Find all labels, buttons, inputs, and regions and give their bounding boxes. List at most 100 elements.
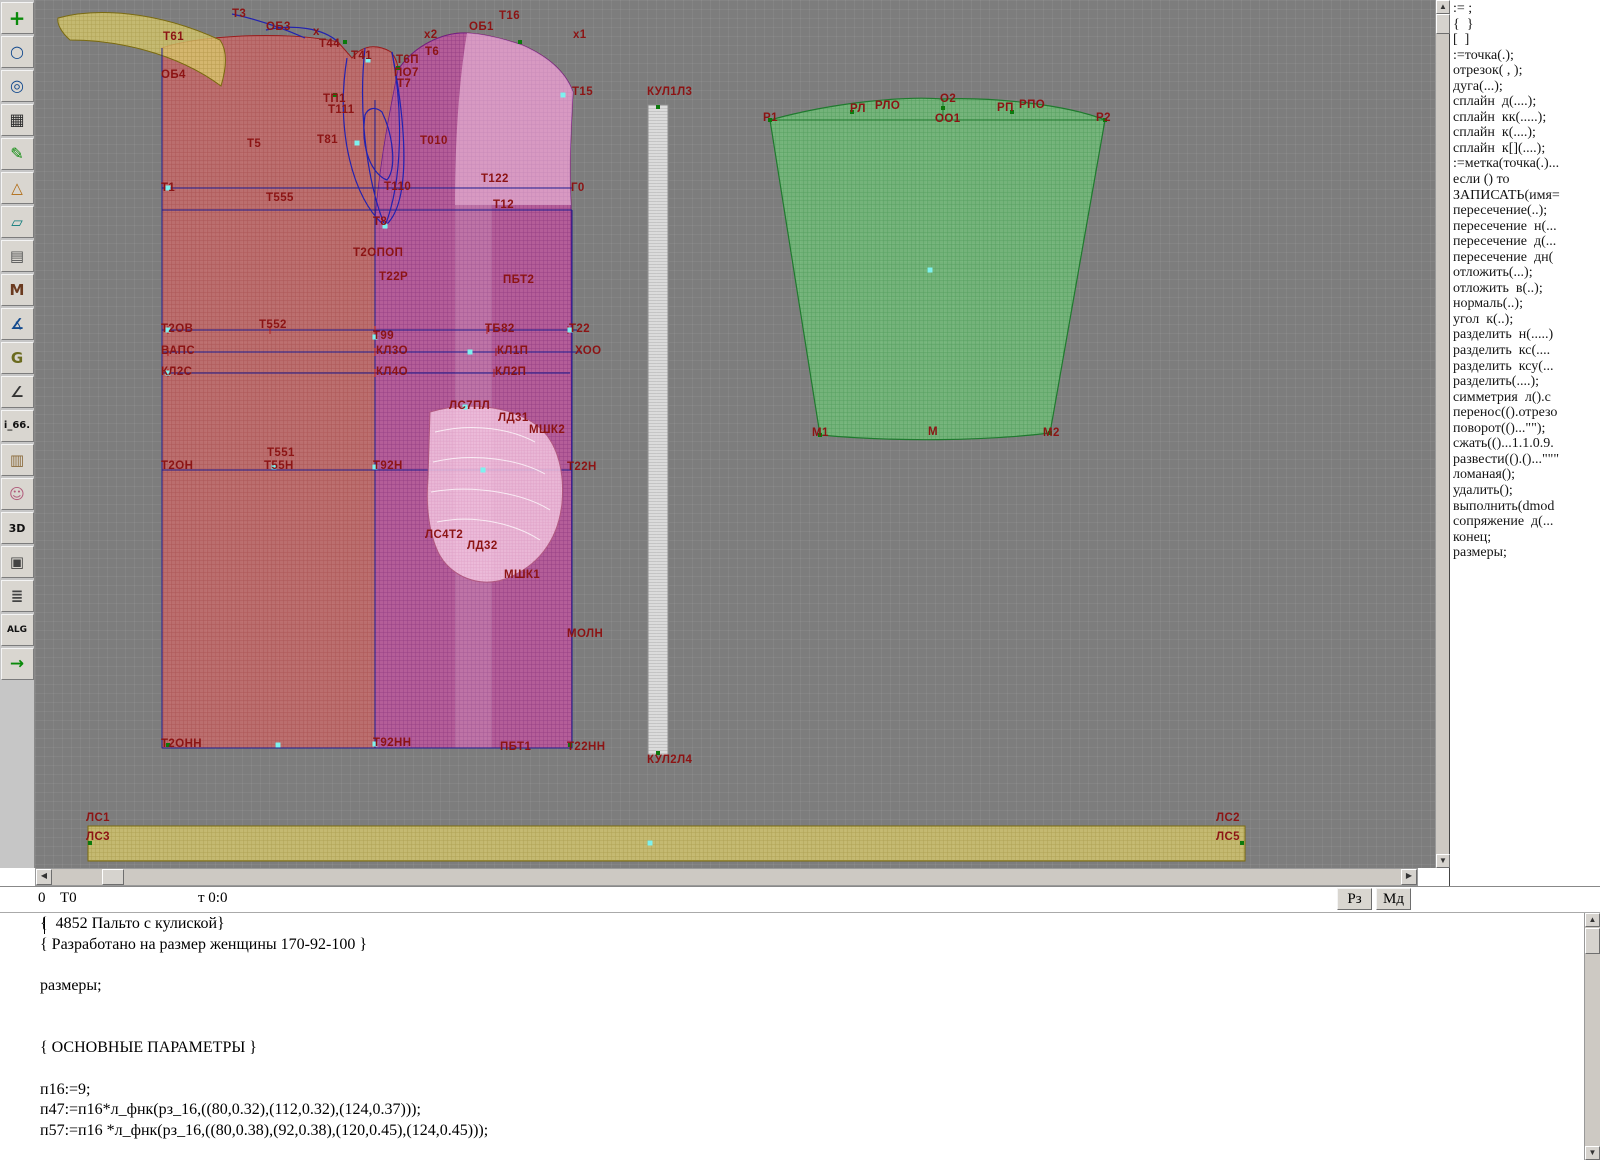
editor-scrollbar[interactable]: ▲ ▼: [1584, 913, 1600, 1160]
pencil-icon[interactable]: ✎: [1, 138, 34, 170]
point-marker-green[interactable]: [941, 106, 945, 110]
add-icon[interactable]: +: [1, 2, 34, 34]
command-item[interactable]: отложить в(..);: [1453, 281, 1600, 297]
code-line[interactable]: п16:=9;: [40, 1081, 1580, 1102]
command-item[interactable]: поворот(()..."");: [1453, 421, 1600, 437]
command-item[interactable]: пересечение дн(: [1453, 250, 1600, 266]
command-item[interactable]: отложить(...);: [1453, 265, 1600, 281]
command-item[interactable]: разделить н(.....): [1453, 327, 1600, 343]
command-item[interactable]: сопряжение д(...: [1453, 514, 1600, 530]
command-item[interactable]: сплайн кк(.....);: [1453, 110, 1600, 126]
command-item[interactable]: ломаная();: [1453, 467, 1600, 483]
horizontal-scroll-thumb[interactable]: [102, 869, 124, 885]
code-line[interactable]: [40, 998, 1580, 1019]
command-item[interactable]: выполнить(dmod: [1453, 499, 1600, 515]
code-line[interactable]: [40, 1018, 1580, 1039]
scroll-left-icon[interactable]: ◀: [36, 869, 52, 885]
grid-icon[interactable]: ▦: [1, 104, 34, 136]
protractor-icon[interactable]: ∠: [1, 376, 34, 408]
i66-label[interactable]: i_66.: [1, 410, 34, 442]
command-item[interactable]: [ ]: [1453, 32, 1600, 48]
point-label: х: [313, 26, 320, 38]
editor-scroll-up-icon[interactable]: ▲: [1585, 913, 1600, 927]
code-line[interactable]: п57:=п16 *л_фнк(рз_16,((80,0.38),(92,0.3…: [40, 1122, 1580, 1143]
command-item[interactable]: { }: [1453, 17, 1600, 33]
command-item[interactable]: конец;: [1453, 530, 1600, 546]
scroll-right-icon[interactable]: ▶: [1401, 869, 1417, 885]
rz-button[interactable]: Рз: [1337, 888, 1372, 910]
code-line[interactable]: размеры;: [40, 977, 1580, 998]
point-marker-green[interactable]: [343, 40, 347, 44]
zoom-icon[interactable]: ○: [1, 36, 34, 68]
compass-icon[interactable]: ∡: [1, 308, 34, 340]
sheet-icon[interactable]: ▱: [1, 206, 34, 238]
command-item[interactable]: :=метка(точка(.)...: [1453, 156, 1600, 172]
point-marker-cyan[interactable]: [355, 141, 360, 146]
code-line[interactable]: [40, 1060, 1580, 1081]
point-marker-green[interactable]: [656, 105, 660, 109]
vertical-scroll-thumb[interactable]: [1436, 14, 1450, 34]
point-marker-green[interactable]: [1240, 841, 1244, 845]
code-editor[interactable]: { 4852 Пальто с кулиской} { Разработано …: [0, 912, 1600, 1160]
view-3d-icon[interactable]: 3D: [1, 512, 34, 544]
command-item[interactable]: разделить(....);: [1453, 374, 1600, 390]
scroll-up-icon[interactable]: ▲: [1436, 0, 1450, 14]
zoom-fit-icon[interactable]: ◎: [1, 70, 34, 102]
command-item[interactable]: разделить ксу(...: [1453, 359, 1600, 375]
point-marker-green[interactable]: [518, 40, 522, 44]
ruler-icon[interactable]: △: [1, 172, 34, 204]
drawing-canvas[interactable]: Т3 ОБ3 Т61 х Т44 х2 ОБ1 Т16 х1 Т41 Т6: [35, 0, 1435, 868]
m-tool-icon[interactable]: М: [1, 274, 34, 306]
code-lines: { 4852 Пальто с кулиской} { Разработано …: [40, 915, 1580, 1143]
canvas-horizontal-scrollbar[interactable]: ◀ ▶: [35, 868, 1418, 886]
printer-icon[interactable]: ≣: [1, 580, 34, 612]
command-item[interactable]: пересечение д(...: [1453, 234, 1600, 250]
run-icon[interactable]: →: [1, 648, 34, 680]
point-marker-cyan[interactable]: [468, 350, 473, 355]
model-photo-icon[interactable]: ☺: [1, 478, 34, 510]
notebook-icon[interactable]: ▥: [1, 444, 34, 476]
code-line[interactable]: { ОСНОВНЫЕ ПАРАМЕТРЫ }: [40, 1039, 1580, 1060]
command-item[interactable]: пересечение(..);: [1453, 203, 1600, 219]
command-item[interactable]: удалить();: [1453, 483, 1600, 499]
machine-icon[interactable]: ▣: [1, 546, 34, 578]
point-marker-cyan[interactable]: [561, 93, 566, 98]
code-line[interactable]: [40, 956, 1580, 977]
scroll-down-icon[interactable]: ▼: [1436, 854, 1450, 868]
md-button[interactable]: Мд: [1376, 888, 1411, 910]
point-marker-cyan[interactable]: [928, 268, 933, 273]
command-item[interactable]: разделить кс(....: [1453, 343, 1600, 359]
command-item[interactable]: сплайн к(....);: [1453, 125, 1600, 141]
point-marker-cyan[interactable]: [276, 743, 281, 748]
command-item[interactable]: размеры;: [1453, 545, 1600, 561]
editor-scroll-down-icon[interactable]: ▼: [1585, 1146, 1600, 1160]
point-marker-cyan[interactable]: [648, 841, 653, 846]
command-item[interactable]: сжать(()...1.1.0.9.: [1453, 436, 1600, 452]
point-marker-cyan[interactable]: [481, 468, 486, 473]
command-item[interactable]: если () то: [1453, 172, 1600, 188]
command-item[interactable]: сплайн к[](....);: [1453, 141, 1600, 157]
command-item[interactable]: сплайн д(....);: [1453, 94, 1600, 110]
code-line[interactable]: { Разработано на размер женщины 170-92-1…: [40, 936, 1580, 957]
command-item[interactable]: дуга(...);: [1453, 79, 1600, 95]
command-item[interactable]: ЗАПИСАТЬ(имя=: [1453, 188, 1600, 204]
canvas-vertical-scrollbar[interactable]: ▲ ▼: [1435, 0, 1449, 868]
point-label: ЛС3: [86, 831, 110, 843]
command-item[interactable]: := ;: [1453, 1, 1600, 17]
command-item[interactable]: пересечение н(...: [1453, 219, 1600, 235]
point-label: Т1: [161, 182, 175, 194]
command-item[interactable]: отрезок( , );: [1453, 63, 1600, 79]
command-item[interactable]: симметрия л().с: [1453, 390, 1600, 406]
point-label: Т111: [328, 104, 355, 116]
code-line[interactable]: { 4852 Пальто с кулиской}: [40, 915, 1580, 936]
command-item[interactable]: нормаль(..);: [1453, 296, 1600, 312]
command-item[interactable]: перенос(().отрезо: [1453, 405, 1600, 421]
code-line[interactable]: п47:=п16*л_фнк(рз_16,((80,0.32),(112,0.3…: [40, 1101, 1580, 1122]
calc-icon[interactable]: ▤: [1, 240, 34, 272]
alg-icon[interactable]: ALG: [1, 614, 34, 646]
command-item[interactable]: угол к(..);: [1453, 312, 1600, 328]
editor-scroll-thumb[interactable]: [1585, 928, 1600, 954]
g-tool-icon[interactable]: G: [1, 342, 34, 374]
command-item[interactable]: :=точка(.);: [1453, 48, 1600, 64]
command-item[interactable]: развести(().()...""": [1453, 452, 1600, 468]
